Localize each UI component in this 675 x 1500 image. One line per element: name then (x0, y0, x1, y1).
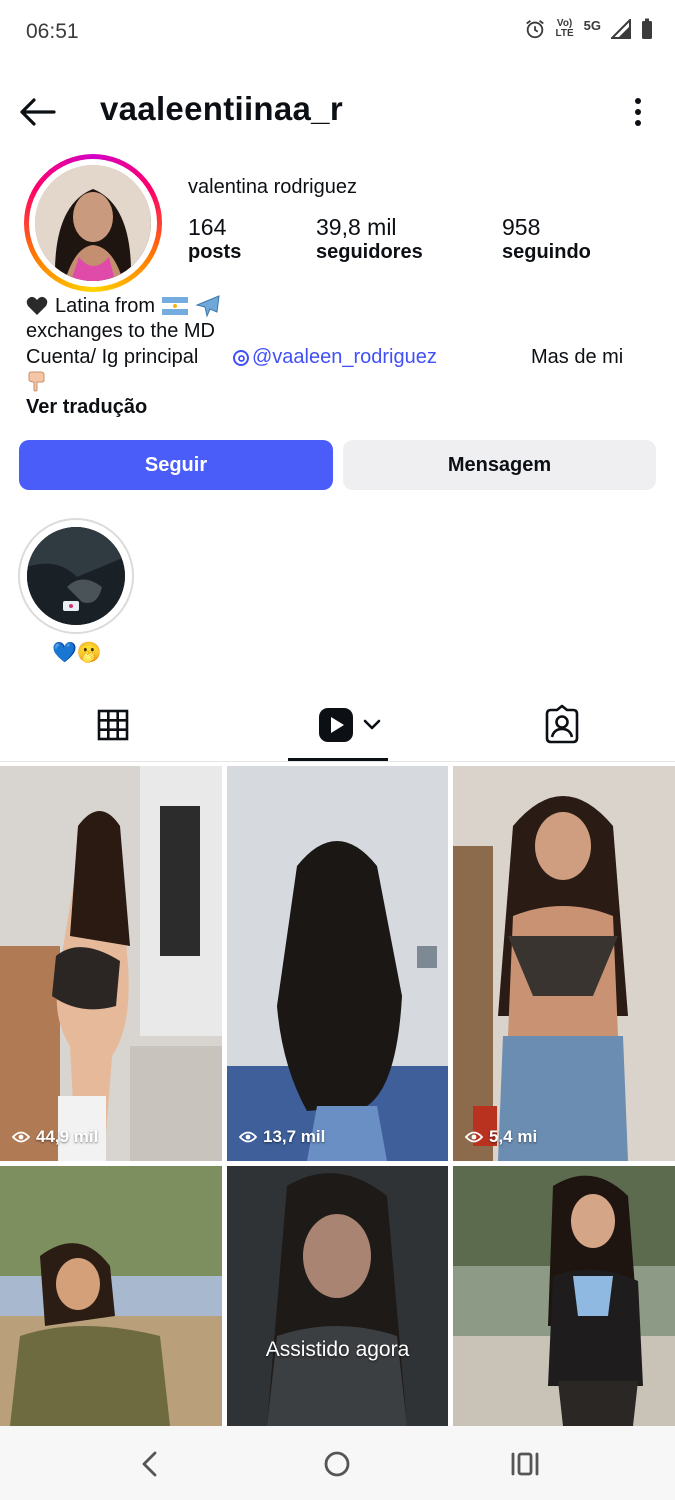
reels-tab[interactable] (316, 704, 382, 746)
black-heart-icon (26, 296, 48, 315)
threads-link-text: @vaaleen_rodriguez (252, 346, 437, 368)
grid-tab-icon[interactable] (92, 704, 134, 746)
nav-back-icon[interactable] (138, 1450, 162, 1478)
chevron-down-icon (363, 719, 381, 730)
eye-icon (12, 1131, 30, 1143)
bio-line-3-suffix: Mas de mi (531, 346, 624, 368)
back-arrow-icon[interactable] (16, 92, 60, 132)
battery-icon (642, 18, 652, 39)
argentina-flag-icon (162, 297, 189, 315)
message-button[interactable]: Mensagem (343, 440, 656, 490)
reel-thumbnail (227, 1166, 448, 1426)
alarm-icon (525, 20, 544, 39)
reel-tile[interactable] (453, 1166, 675, 1426)
system-nav-bar (0, 1426, 675, 1500)
signal-icon (611, 19, 631, 39)
reel-tile[interactable] (0, 1166, 222, 1426)
stat-posts[interactable]: 164 posts (188, 214, 241, 264)
reels-play-icon (319, 708, 353, 742)
posts-label: posts (188, 241, 242, 263)
status-time: 06:51 (26, 20, 79, 43)
bio-line-3-prefix: Cuenta/ Ig principal (26, 346, 199, 368)
display-name: valentina rodriguez (188, 176, 357, 198)
following-count: 958 (502, 214, 541, 240)
eye-icon (239, 1131, 257, 1143)
followers-count: 39,8 mil (316, 214, 397, 240)
bio-line-1-text: Latina from (55, 294, 156, 317)
reel-thumbnail (227, 766, 448, 1161)
reel-tile[interactable]: 44,9 mil (0, 766, 222, 1161)
network-type: 5G (583, 17, 601, 33)
highlight-cover (27, 527, 125, 625)
reel-tile[interactable]: 5,4 mi (453, 766, 675, 1161)
reel-thumbnail (0, 1166, 222, 1426)
volte-indicator: Vo) LTE (555, 18, 574, 39)
following-label: seguindo (502, 241, 591, 263)
reel-tile[interactable]: Assistido agora (227, 1166, 448, 1426)
profile-username: vaaleentiinaa_r (100, 90, 343, 127)
tabs-divider (0, 761, 675, 762)
see-translation-link[interactable]: Ver tradução (26, 396, 147, 419)
threads-icon (233, 349, 249, 366)
reel-tile[interactable]: 13,7 mil (227, 766, 448, 1161)
follow-button[interactable]: Seguir (19, 440, 333, 490)
eye-icon (465, 1131, 483, 1143)
tagged-tab-icon[interactable] (541, 704, 583, 746)
stat-following[interactable]: 958 seguindo (502, 214, 591, 264)
threads-link[interactable]: @vaaleen_rodriguez (232, 346, 437, 369)
nav-recents-icon[interactable] (510, 1450, 540, 1478)
stat-followers[interactable]: 39,8 mil seguidores (316, 214, 423, 264)
reel-thumbnail (453, 1166, 675, 1426)
reel-views: 44,9 mil (12, 1127, 98, 1147)
posts-count: 164 (188, 214, 227, 240)
nav-home-icon[interactable] (323, 1450, 351, 1478)
status-icons: Vo) LTE 5G (524, 18, 654, 40)
highlight-label: 💙🫢 (52, 642, 102, 664)
reel-thumbnail (453, 766, 675, 1161)
reel-thumbnail (0, 766, 222, 1161)
more-options-icon[interactable] (633, 96, 643, 128)
reel-views: 13,7 mil (239, 1127, 325, 1147)
avatar-story-ring[interactable] (24, 154, 162, 292)
bio-line-1: Latina from (26, 294, 221, 318)
watched-now-overlay: Assistido agora (265, 1338, 410, 1361)
reel-views: 5,4 mi (465, 1127, 537, 1147)
story-highlight[interactable] (18, 518, 134, 634)
bio-line-2: exchanges to the MD (26, 320, 215, 342)
pointing-down-icon (28, 371, 45, 392)
profile-avatar (35, 165, 151, 281)
followers-label: seguidores (316, 241, 423, 263)
airplane-icon (195, 295, 220, 318)
